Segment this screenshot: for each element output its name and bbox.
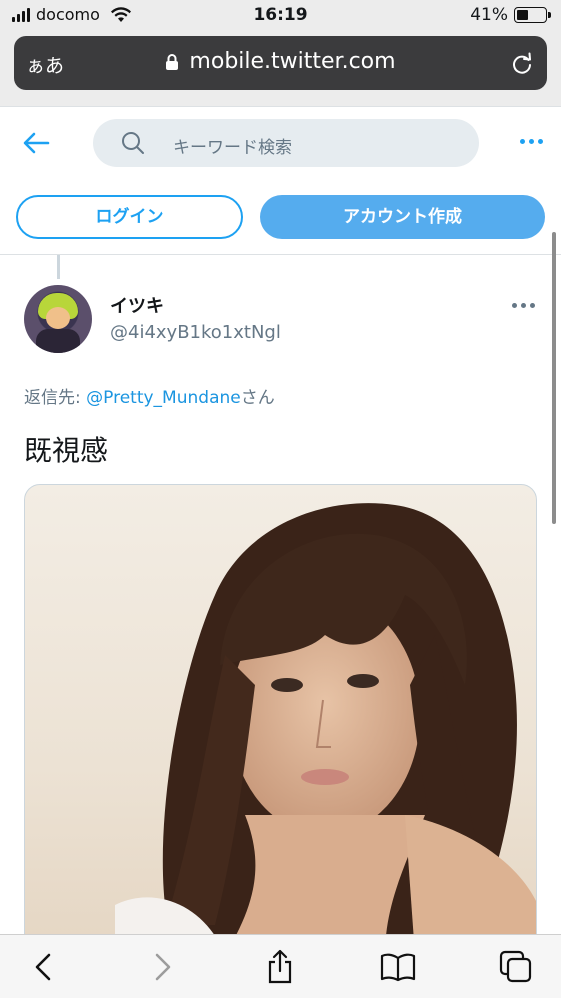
- scroll-indicator[interactable]: [552, 232, 556, 524]
- reply-prefix: 返信先:: [24, 388, 87, 408]
- url-display[interactable]: mobile.twitter.com: [14, 49, 547, 74]
- display-name[interactable]: イツキ: [110, 292, 164, 318]
- thread-line: [57, 255, 60, 279]
- browser-chrome: ぁあ mobile.twitter.com: [0, 32, 561, 106]
- reply-suffix: さん: [240, 388, 275, 408]
- share-icon[interactable]: [262, 949, 298, 985]
- avatar[interactable]: [24, 285, 92, 353]
- more-icon[interactable]: [520, 139, 543, 144]
- battery-icon: [514, 7, 551, 23]
- tweet-text: 既視感: [24, 434, 109, 467]
- login-button[interactable]: ログイン: [16, 195, 243, 239]
- signup-button[interactable]: アカウント作成: [260, 195, 545, 239]
- status-bar: docomo 16:19 41%: [0, 0, 561, 32]
- back-arrow-icon[interactable]: [22, 131, 50, 155]
- reply-mention-link[interactable]: @Pretty_Mundane: [86, 388, 241, 408]
- forward-icon[interactable]: [145, 949, 181, 985]
- reload-icon[interactable]: [511, 51, 533, 75]
- photo-illustration: [115, 503, 536, 934]
- status-right: 41%: [470, 5, 551, 25]
- url-text: mobile.twitter.com: [189, 49, 396, 74]
- tabs-icon[interactable]: [498, 949, 534, 985]
- search-icon: [122, 132, 144, 154]
- tweet-more-icon[interactable]: [512, 303, 535, 308]
- reply-to-line: 返信先: @Pretty_Mundaneさん: [24, 383, 275, 408]
- user-handle[interactable]: @4i4xyB1ko1xtNgl: [110, 322, 281, 343]
- tweet-photo[interactable]: [24, 484, 537, 934]
- back-icon[interactable]: [25, 949, 61, 985]
- battery-fill: [517, 10, 528, 20]
- battery-percent: 41%: [470, 5, 508, 25]
- tweet: イツキ @4i4xyB1ko1xtNgl 返信先: @Pretty_Mundan…: [0, 254, 561, 934]
- twitter-header: キーワード検索 ログイン アカウント作成: [0, 106, 561, 254]
- lock-icon: [166, 53, 179, 70]
- address-bar[interactable]: ぁあ mobile.twitter.com: [14, 36, 547, 90]
- search-box[interactable]: キーワード検索: [93, 119, 479, 167]
- browser-toolbar: [0, 934, 561, 998]
- bookmarks-icon[interactable]: [380, 949, 416, 985]
- search-input[interactable]: キーワード検索: [173, 133, 292, 158]
